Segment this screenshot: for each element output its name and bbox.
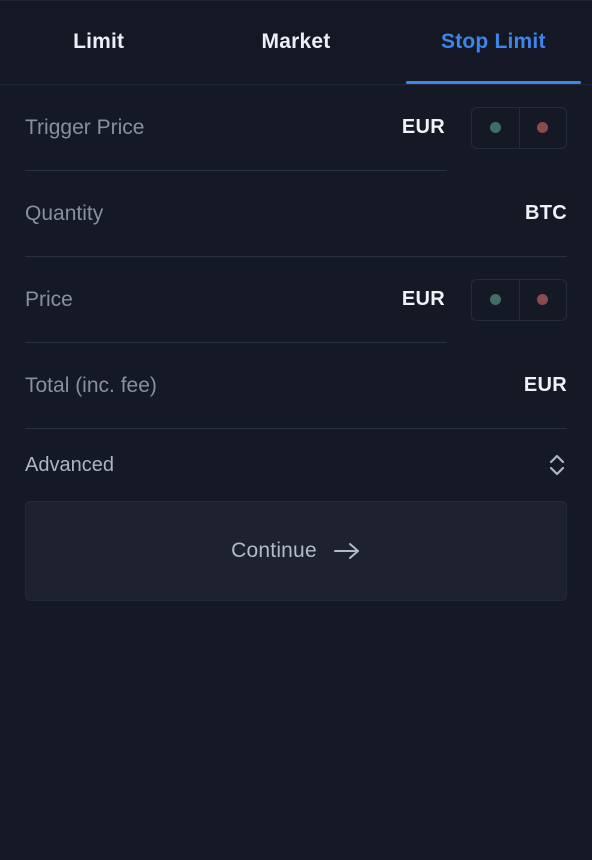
chevron-up-down-icon	[549, 454, 565, 476]
continue-button-container: Continue	[0, 501, 592, 601]
total-underline	[25, 428, 567, 429]
tab-limit[interactable]: Limit	[0, 0, 197, 84]
quantity-unit: BTC	[524, 202, 567, 224]
order-form: EUR BTC	[0, 85, 592, 501]
price-unit: EUR	[401, 288, 445, 310]
total-unit: EUR	[523, 374, 567, 396]
tab-market-label: Market	[261, 30, 331, 53]
price-input[interactable]	[25, 287, 392, 312]
green-dot-icon	[489, 122, 501, 133]
red-dot-icon	[537, 122, 549, 133]
arrow-right-icon	[333, 543, 359, 559]
price-side-toggle	[471, 278, 567, 321]
field-price: EUR	[25, 257, 567, 343]
continue-button[interactable]: Continue	[25, 501, 567, 601]
trigger-price-sell-button[interactable]	[518, 107, 567, 148]
order-type-tabs: Limit Market Stop Limit	[0, 0, 592, 85]
field-price-row: EUR	[25, 257, 567, 342]
red-dot-icon	[537, 294, 549, 305]
tab-stop-limit-label: Stop Limit	[440, 30, 546, 53]
tab-stop-limit[interactable]: Stop Limit	[395, 0, 592, 84]
trigger-price-side-toggle	[471, 106, 567, 149]
field-trigger-price: EUR	[25, 85, 567, 171]
tab-market[interactable]: Market	[197, 0, 394, 84]
green-dot-icon	[489, 294, 501, 305]
advanced-toggle[interactable]: Advanced	[25, 429, 567, 501]
trigger-price-unit: EUR	[401, 116, 445, 138]
quantity-input[interactable]	[25, 201, 515, 226]
stop-limit-order-panel: Limit Market Stop Limit EUR	[0, 0, 592, 860]
field-total: EUR	[25, 343, 567, 429]
continue-button-label: Continue	[231, 539, 317, 562]
trigger-price-buy-button[interactable]	[472, 108, 519, 148]
trigger-price-input[interactable]	[25, 115, 392, 140]
field-trigger-price-row: EUR	[25, 85, 567, 170]
price-sell-button[interactable]	[518, 279, 567, 320]
total-input[interactable]	[25, 373, 514, 398]
advanced-label: Advanced	[25, 453, 114, 476]
field-total-row: EUR	[25, 343, 567, 428]
tab-limit-label: Limit	[73, 30, 125, 53]
field-quantity-row: BTC	[25, 171, 567, 256]
price-buy-button[interactable]	[472, 280, 519, 320]
field-quantity: BTC	[25, 171, 567, 257]
